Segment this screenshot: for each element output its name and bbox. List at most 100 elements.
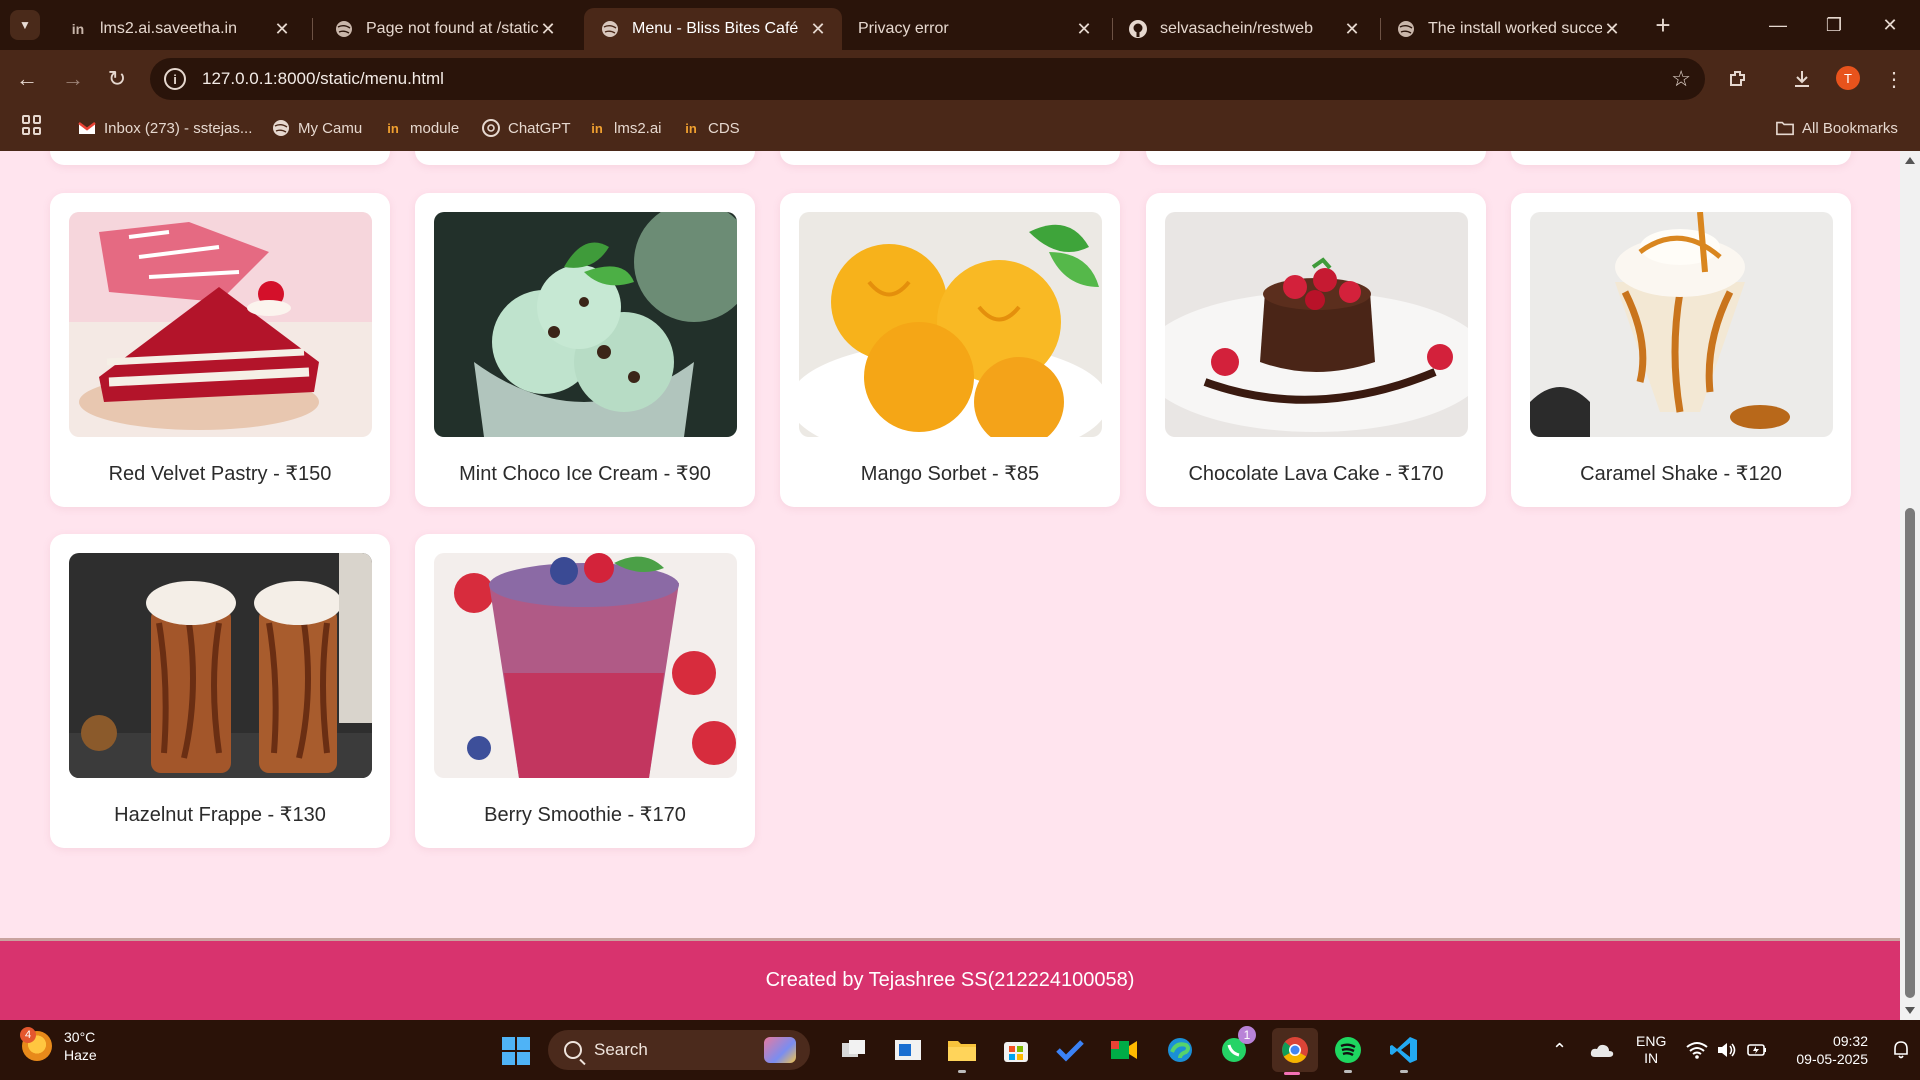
chevron-up-icon: ⌃ — [1552, 1039, 1568, 1060]
menu-card[interactable]: Caramel Shake - ₹120 — [1511, 193, 1851, 507]
running-indicator — [1400, 1070, 1408, 1073]
menu-card[interactable]: Hazelnut Frappe - ₹130 — [50, 534, 390, 848]
wifi-icon[interactable] — [1686, 1020, 1708, 1080]
footer-credit: Created by Tejashree SS(212224100058) — [765, 969, 1135, 991]
google-meet-icon[interactable] — [1104, 1030, 1144, 1070]
close-icon[interactable]: ✕ — [538, 19, 558, 40]
hazelnut-frappe-image — [69, 553, 372, 778]
close-window-button[interactable]: ✕ — [1862, 0, 1918, 50]
bookmark-inbox[interactable]: Inbox (273) - sstejas... — [78, 115, 252, 141]
arrow-right-icon: → — [62, 66, 84, 91]
page-viewport: Red Velvet Pastry - ₹150 Mint Choco Ice … — [0, 151, 1900, 1020]
tab-github[interactable]: selvasachein/restweb ✕ — [1112, 8, 1376, 50]
restore-button[interactable]: ❐ — [1806, 0, 1862, 50]
menu-card[interactable]: Red Velvet Pastry - ₹150 — [50, 193, 390, 507]
menu-card-partial — [50, 151, 390, 165]
file-explorer-icon[interactable] — [942, 1030, 982, 1073]
tab-lms2[interactable]: in lms2.ai.saveetha.in ✕ — [52, 8, 306, 50]
all-bookmarks-button[interactable]: All Bookmarks — [1776, 115, 1898, 141]
close-icon: ✕ — [1882, 14, 1898, 35]
more-menu-icon[interactable]: ⋮ — [1880, 65, 1908, 93]
scroll-up-icon[interactable] — [1905, 157, 1915, 164]
bookmark-label: ChatGPT — [508, 119, 571, 137]
onedrive-icon[interactable] — [1590, 1020, 1614, 1080]
microsoft-store-icon[interactable] — [996, 1030, 1036, 1070]
menu-card-partial — [780, 151, 1120, 165]
minimize-button[interactable]: — — [1750, 0, 1806, 50]
close-icon[interactable]: ✕ — [1602, 19, 1622, 40]
show-hidden-icons[interactable]: ⌃ — [1552, 1020, 1567, 1080]
bookmark-chatgpt[interactable]: ChatGPT — [482, 115, 571, 141]
bookmark-label: lms2.ai — [614, 119, 662, 137]
forward-button[interactable]: → — [56, 62, 90, 96]
tab-privacy-error[interactable]: Privacy error ✕ — [842, 8, 1108, 50]
language-code: ENG — [1636, 1033, 1667, 1049]
close-icon[interactable]: ✕ — [1342, 19, 1362, 40]
bookmark-label: My Camu — [298, 119, 363, 137]
menu-card[interactable]: Mango Sorbet - ₹85 — [780, 193, 1120, 507]
language-indicator[interactable]: ENG IN — [1636, 1020, 1666, 1080]
bookmark-module[interactable]: in module — [384, 115, 459, 141]
spotify-icon[interactable] — [1328, 1030, 1368, 1073]
whatsapp-icon[interactable]: 1 — [1214, 1026, 1256, 1070]
volume-icon[interactable] — [1716, 1020, 1738, 1080]
reload-icon: ↻ — [107, 66, 127, 91]
bookmark-star-icon[interactable]: ☆ — [1671, 66, 1691, 92]
bookmark-lms2[interactable]: in lms2.ai — [588, 115, 662, 141]
taskbar-search[interactable]: Search — [548, 1030, 810, 1070]
url-text[interactable]: 127.0.0.1:8000/static/menu.html — [202, 69, 444, 89]
running-indicator — [1344, 1070, 1352, 1073]
menu-item-label: Mango Sorbet - ₹85 — [860, 463, 1040, 485]
folder-icon — [1776, 119, 1794, 137]
system-clock[interactable]: 09:32 09-05-2025 — [1780, 1020, 1868, 1080]
weather-temp: 30°C — [64, 1029, 96, 1045]
task-view-icon[interactable] — [834, 1030, 874, 1070]
menu-card[interactable]: Berry Smoothie - ₹170 — [415, 534, 755, 848]
vscode-icon[interactable] — [1384, 1030, 1424, 1073]
notifications-icon[interactable] — [1892, 1020, 1910, 1080]
page-scrollbar[interactable] — [1900, 151, 1920, 1020]
menu-card[interactable]: Chocolate Lava Cake - ₹170 — [1146, 193, 1486, 507]
bookmark-my-camu[interactable]: My Camu — [272, 115, 362, 141]
chrome-icon[interactable] — [1272, 1028, 1318, 1075]
download-icon[interactable] — [1788, 65, 1816, 93]
tab-search-button[interactable]: ▼ — [10, 10, 40, 40]
reload-button[interactable]: ↻ — [100, 62, 134, 96]
tab-title: Page not found at /static/i — [366, 20, 538, 37]
site-info-icon[interactable]: i — [164, 68, 186, 90]
bookmark-label: Inbox (273) - sstejas... — [104, 119, 253, 137]
extensions-icon[interactable] — [1724, 65, 1752, 93]
plus-icon: + — [1655, 9, 1671, 40]
menu-card-partial — [415, 151, 755, 165]
edge-icon[interactable] — [1160, 1030, 1200, 1070]
profile-avatar[interactable]: T — [1836, 66, 1860, 90]
scrollbar-thumb[interactable] — [1905, 508, 1915, 998]
windows-start-icon[interactable] — [502, 1037, 530, 1065]
new-tab-button[interactable]: + — [1648, 10, 1678, 40]
windows-taskbar: 4 30°C Haze Search 1 ⌃ ENG IN 09:32 09-0… — [0, 1020, 1920, 1080]
tab-install-worked[interactable]: The install worked success ✕ — [1380, 8, 1636, 50]
widgets-icon[interactable] — [888, 1030, 928, 1070]
menu-card[interactable]: Mint Choco Ice Cream - ₹90 — [415, 193, 755, 507]
close-icon[interactable]: ✕ — [1074, 19, 1094, 40]
menu-card-partial — [1511, 151, 1851, 165]
close-icon[interactable]: ✕ — [808, 19, 828, 40]
address-bar[interactable]: i 127.0.0.1:8000/static/menu.html ☆ — [150, 58, 1705, 100]
battery-icon[interactable] — [1746, 1020, 1768, 1080]
close-icon[interactable]: ✕ — [272, 19, 292, 40]
todo-icon[interactable] — [1050, 1030, 1090, 1070]
tab-page-not-found[interactable]: Page not found at /static/i ✕ — [318, 8, 572, 50]
menu-item-label: Mint Choco Ice Cream - ₹90 — [459, 463, 711, 485]
berry-smoothie-image — [434, 553, 737, 778]
mango-sorbet-image — [799, 212, 1102, 437]
weather-widget[interactable]: 4 30°C Haze — [20, 1027, 97, 1064]
tab-menu-bliss-bites[interactable]: Menu - Bliss Bites Café ✕ — [584, 8, 842, 50]
bookmark-label: All Bookmarks — [1802, 119, 1898, 137]
region-code: IN — [1644, 1050, 1659, 1066]
bookmarks-bar: Inbox (273) - sstejas... My Camu in modu… — [0, 107, 1920, 151]
back-button[interactable]: ← — [10, 62, 44, 96]
saveetha-logo-icon: in — [387, 120, 399, 136]
apps-grid-icon[interactable] — [22, 115, 42, 135]
bookmark-cds[interactable]: in CDS — [682, 115, 739, 141]
scroll-down-icon[interactable] — [1905, 1007, 1915, 1014]
